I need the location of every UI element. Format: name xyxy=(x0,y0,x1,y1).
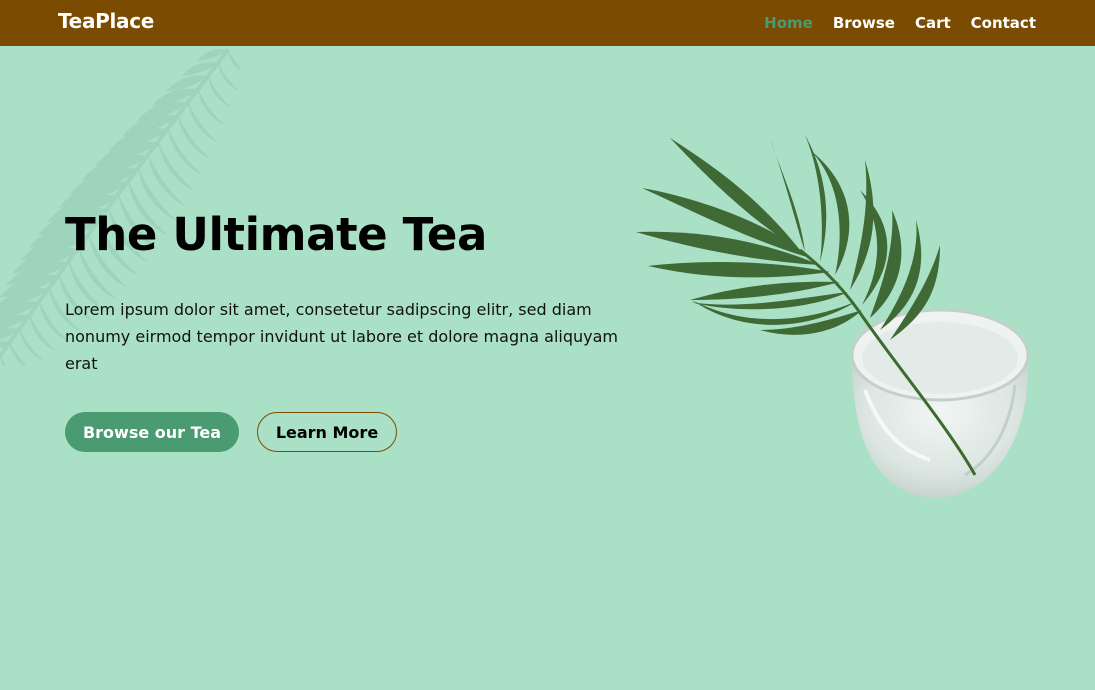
learn-more-button[interactable]: Learn More xyxy=(257,412,397,452)
palm-leaf-in-glass-icon xyxy=(636,135,1030,498)
browse-tea-button[interactable]: Browse our Tea xyxy=(65,412,239,452)
navbar: TeaPlace Home Browse Cart Contact xyxy=(0,0,1095,46)
nav-link-cart[interactable]: Cart xyxy=(915,14,951,32)
nav-link-home[interactable]: Home xyxy=(764,14,813,32)
hero-title: The Ultimate Tea xyxy=(65,208,487,261)
hero-description: Lorem ipsum dolor sit amet, consetetur s… xyxy=(65,300,618,373)
nav-link-contact[interactable]: Contact xyxy=(971,14,1036,32)
brand-logo[interactable]: TeaPlace xyxy=(58,9,154,33)
nav-links: Home Browse Cart Contact xyxy=(764,14,1036,32)
nav-link-browse[interactable]: Browse xyxy=(833,14,895,32)
